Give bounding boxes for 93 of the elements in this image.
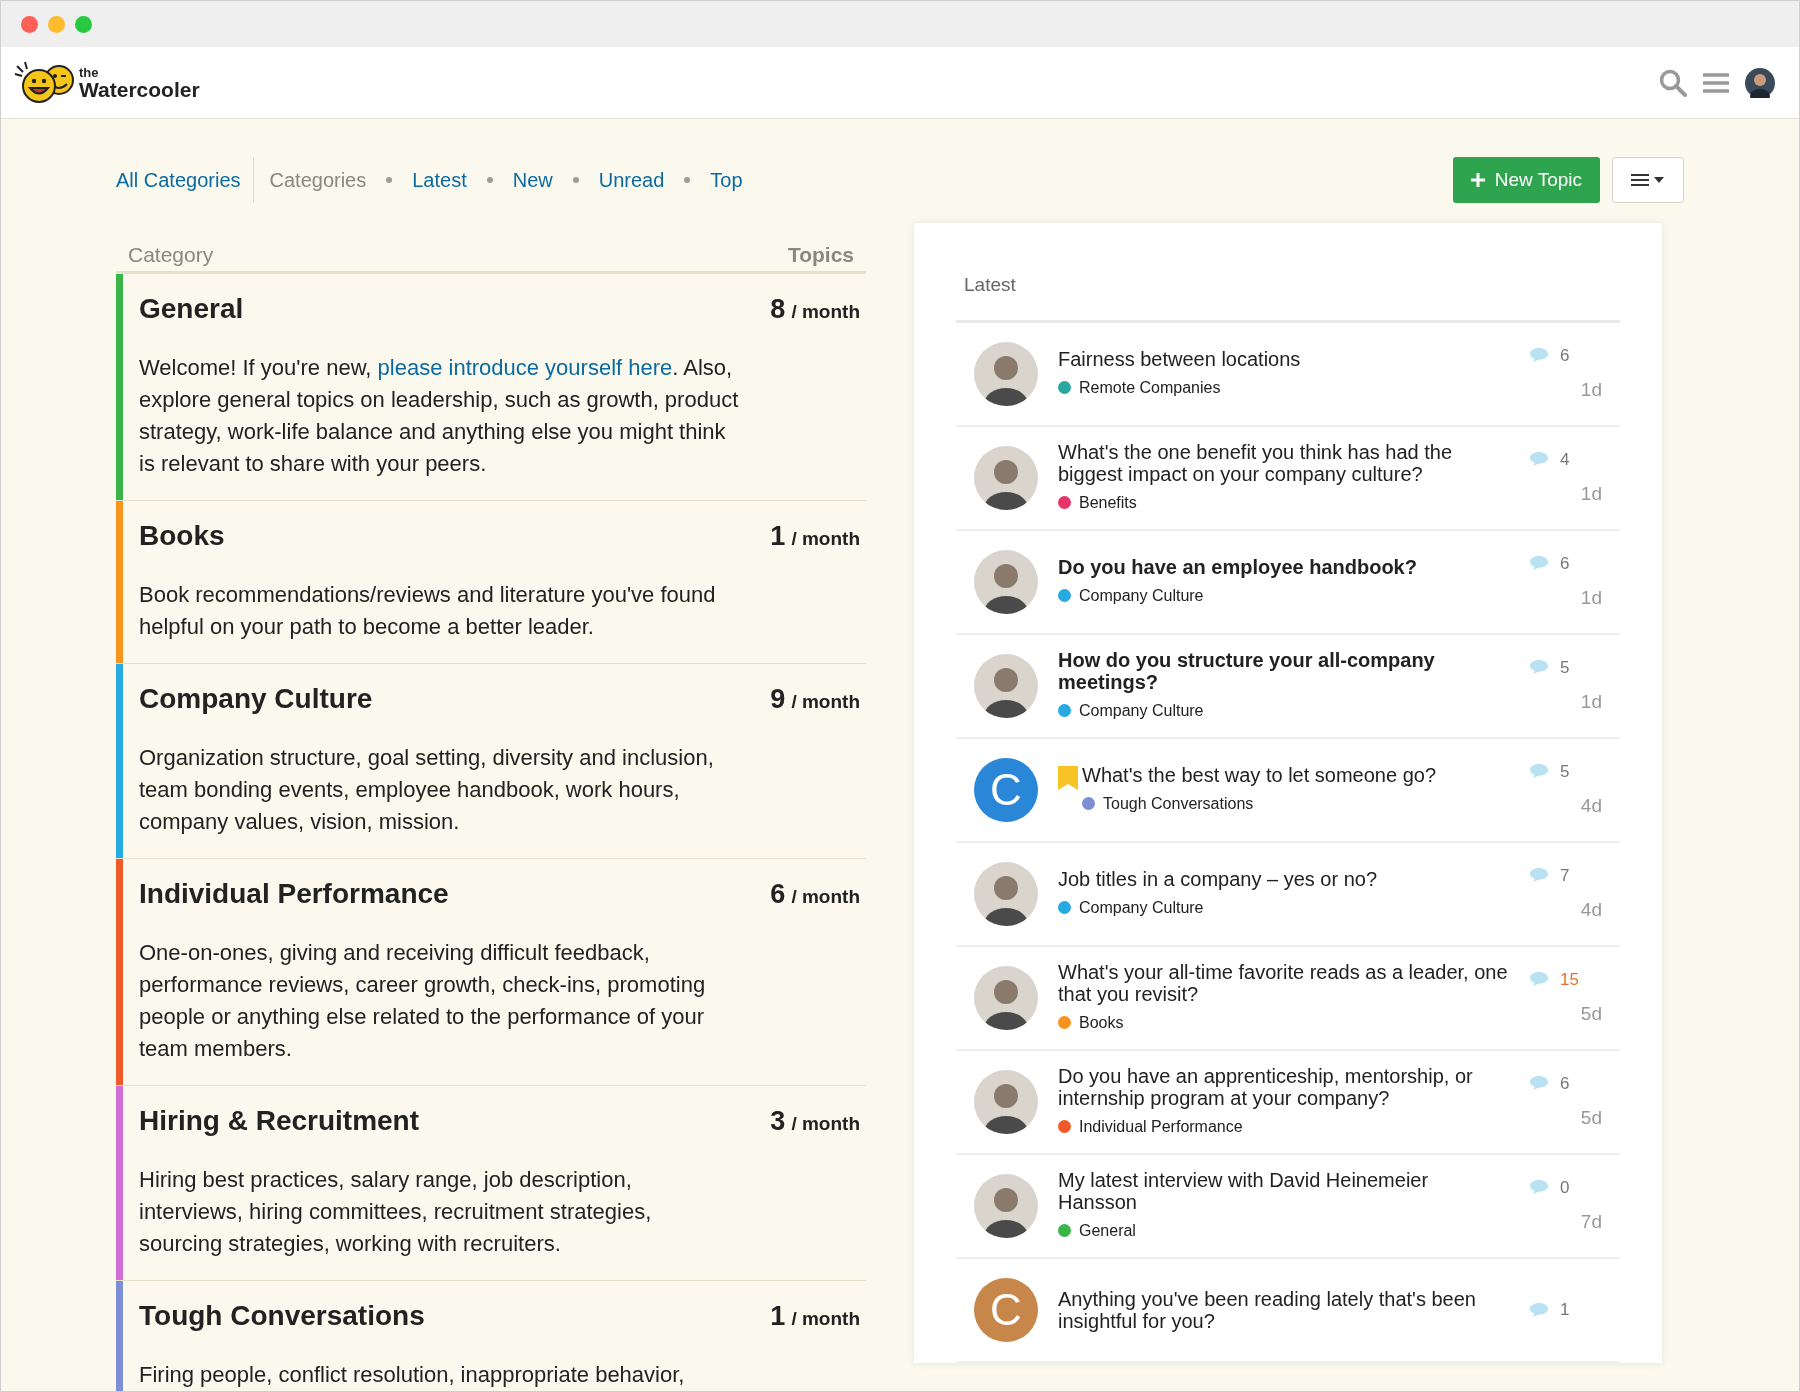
category-title[interactable]: Company Culture <box>139 677 373 720</box>
category-title[interactable]: General <box>139 287 244 330</box>
topic-period: / month <box>791 689 860 714</box>
topic-title[interactable]: What's your all-time favorite reads as a leader, one that you revisit? <box>1058 960 1510 1005</box>
topic-category[interactable]: Company Culture <box>1079 698 1204 723</box>
topic-age: 4d <box>1580 898 1602 922</box>
introduction-link[interactable]: please introduce yourself here <box>377 354 673 380</box>
menu-caret-icon <box>1631 173 1665 187</box>
category-title[interactable]: Tough Conversations <box>139 1294 425 1337</box>
speech-bubble-icon <box>1530 348 1548 363</box>
topic-title[interactable]: What's the best way to let someone go? <box>1082 763 1510 786</box>
category-description: One-on-ones, giving and receiving difficult feedback, performance reviews, career growth, check-ins, promoting people or anything else related to the performance of your team members. <box>139 938 707 1063</box>
topic-count: 8 <box>770 292 786 326</box>
reply-count: 15 <box>1560 968 1579 991</box>
topic-category[interactable]: General <box>1079 1218 1136 1243</box>
reply-count: 6 <box>1560 552 1570 575</box>
topic-period: / month <box>791 526 860 551</box>
speech-bubble-icon <box>1530 972 1548 987</box>
topic-age: 7d <box>1580 1210 1602 1234</box>
plus-icon <box>1470 173 1485 187</box>
menu-icon[interactable] <box>1703 71 1729 94</box>
topic-age: 1d <box>1580 378 1602 402</box>
speech-bubble-icon <box>1530 764 1548 779</box>
topic-title[interactable]: Do you have an apprenticeship, mentorship, or internship program at your company? <box>1058 1064 1510 1109</box>
nav-tab[interactable]: New <box>512 165 553 195</box>
speech-bubble-icon <box>1530 1302 1548 1317</box>
topic-period: / month <box>791 1111 860 1136</box>
reply-count: 0 <box>1560 1176 1570 1199</box>
column-header: Category <box>128 242 214 268</box>
column-header: Topics <box>787 242 854 268</box>
topic-age: 5d <box>1580 1002 1602 1026</box>
topic-age: 4d <box>1580 794 1602 818</box>
topic-title[interactable]: How do you structure your all-company meetings? <box>1058 648 1510 693</box>
category-description: Book recommendations/reviews and literature you've found helpful on your path to become a better leader. <box>139 580 717 641</box>
topic-category[interactable]: Company Culture <box>1079 895 1204 920</box>
topic-period: / month <box>791 884 860 909</box>
panel-title: Latest <box>964 274 1016 295</box>
topic-category[interactable]: Books <box>1079 1010 1124 1035</box>
topic-title[interactable]: Fairness between locations <box>1058 347 1510 370</box>
reply-count: 1 <box>1560 1298 1570 1321</box>
category-title[interactable]: Hiring & Recruitment <box>139 1099 420 1142</box>
category-title[interactable]: Books <box>139 514 225 557</box>
category-dropdown[interactable]: All Categories <box>116 157 254 203</box>
close-window-icon[interactable] <box>21 15 38 33</box>
topic-count: 3 <box>770 1104 786 1138</box>
topic-count: 9 <box>770 682 786 716</box>
speech-bubble-icon <box>1530 1180 1548 1195</box>
speech-bubble-icon <box>1530 452 1548 467</box>
reply-count: 4 <box>1560 448 1570 471</box>
topic-title[interactable]: What's the one benefit you think has had the biggest impact on your company culture? <box>1058 440 1510 485</box>
reply-count: 6 <box>1560 344 1570 367</box>
logo-text: Watercooler <box>79 78 200 100</box>
bookmark-icon <box>1058 765 1078 790</box>
reply-count: 5 <box>1560 656 1570 679</box>
search-icon[interactable] <box>1659 68 1687 97</box>
category-description: Hiring best practices, salary range, job description, interviews, hiring committees, recruitment strategies, sourcing strategies, working with recruiters. <box>139 1165 653 1258</box>
topic-title[interactable]: Job titles in a company – yes or no? <box>1058 867 1510 890</box>
topic-age: 1d <box>1580 690 1602 714</box>
nav-tab[interactable]: Unread <box>598 165 665 195</box>
topic-title[interactable]: My latest interview with David Heinemeier Hansson <box>1058 1168 1510 1213</box>
logo-icon[interactable] <box>13 59 77 106</box>
nav-tab[interactable]: Latest <box>412 165 467 195</box>
menu-button[interactable] <box>1612 157 1684 203</box>
topic-count: 1 <box>770 519 786 553</box>
topic-count: 1 <box>770 1299 786 1333</box>
topic-category[interactable]: Benefits <box>1079 490 1137 515</box>
reply-count: 7 <box>1560 864 1570 887</box>
speech-bubble-icon <box>1530 1076 1548 1091</box>
speech-bubble-icon <box>1530 660 1548 675</box>
reply-count: 5 <box>1560 760 1570 783</box>
nav-tab[interactable]: Top <box>710 165 743 195</box>
topic-period: / month <box>791 1306 860 1331</box>
speech-bubble-icon <box>1530 868 1548 883</box>
topic-category[interactable]: Company Culture <box>1079 583 1204 608</box>
category-description: Firing people, conflict resolution, inappropriate behavior, <box>139 1360 686 1389</box>
topic-category[interactable]: Remote Companies <box>1079 375 1221 400</box>
topic-category[interactable]: Individual Performance <box>1079 1114 1243 1139</box>
reply-count: 6 <box>1560 1072 1570 1095</box>
topic-count: 6 <box>770 877 786 911</box>
category-description: Welcome! If you're new, please introduce yourself here. Also, explore general topics on leadership, such as growth, product strategy, work-life balance and anything else you might think is relevant to share with your peers. <box>139 353 739 478</box>
topic-period: / month <box>791 299 860 324</box>
category-description: Organization structure, goal setting, diversity and inclusion, team bonding events, employee handbook, work hours, company values, vision, mission. <box>139 743 715 836</box>
logo-text-small: the <box>79 65 100 79</box>
topic-title[interactable]: Anything you've been reading lately that's been insightful for you? <box>1058 1287 1510 1332</box>
category-title[interactable]: Individual Performance <box>139 872 449 915</box>
topic-category[interactable]: Tough Conversations <box>1103 791 1254 816</box>
topic-title[interactable]: Do you have an employee handbook? <box>1058 555 1510 578</box>
user-avatar-icon[interactable] <box>1745 67 1775 98</box>
speech-bubble-icon <box>1530 556 1548 571</box>
topic-age: 1d <box>1580 586 1602 610</box>
letter-avatar[interactable]: C <box>974 757 1038 822</box>
topic-age: 5d <box>1580 1106 1602 1130</box>
topic-age: 1d <box>1580 482 1602 506</box>
